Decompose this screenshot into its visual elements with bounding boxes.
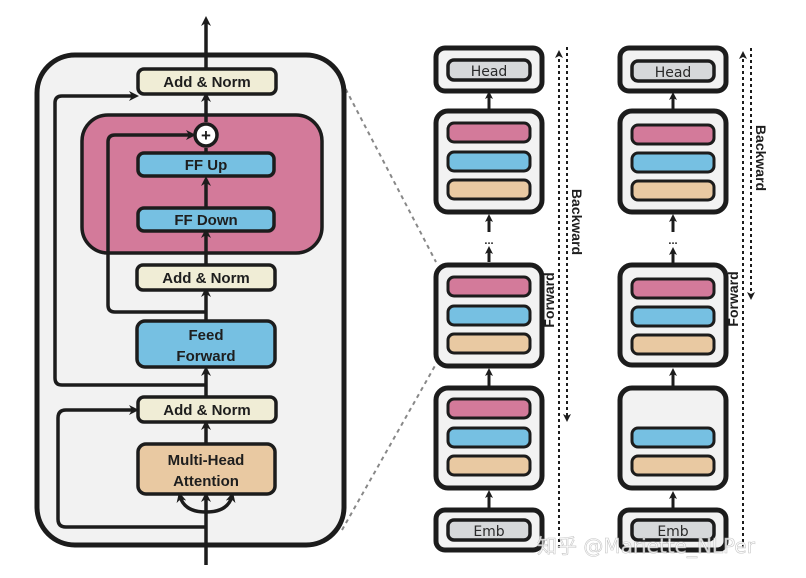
layer-feed-forward (630, 151, 716, 174)
model-stack-left: Head ... Emb Forward Backward (433, 45, 585, 553)
encoder-block: Add & Norm + FF Up FF Down Add & Norm Fe… (34, 16, 347, 565)
layer-feed-forward (630, 305, 716, 328)
layer-feed-forward (446, 150, 532, 173)
ff-down-label: FF Down (174, 212, 237, 229)
head-label: Head (655, 65, 692, 81)
ellipsis: ... (668, 235, 677, 247)
backward-label: Backward (753, 125, 769, 191)
layer-ffn-adapter (446, 397, 532, 420)
backward-label: Backward (569, 189, 585, 255)
layer-attention (630, 333, 716, 356)
emb-label: Emb (473, 524, 504, 540)
head-label: Head (471, 64, 508, 80)
add-norm-middle-label: Add & Norm (162, 270, 250, 287)
watermark: 知乎 @Mariette_NLPer (537, 534, 756, 558)
attention-label-line1: Multi-Head (168, 452, 245, 469)
plus-symbol: + (201, 126, 211, 145)
ellipsis: ... (484, 235, 493, 247)
layer-attention (446, 332, 532, 355)
zoom-connector-bottom (341, 363, 437, 531)
ff-up-label: FF Up (185, 157, 228, 174)
layer-feed-forward (630, 426, 716, 449)
forward-label: Forward (725, 271, 741, 326)
layer-attention (630, 179, 716, 202)
add-norm-top-label: Add & Norm (163, 74, 251, 91)
feed-forward-label-line2: Forward (176, 348, 235, 365)
feed-forward-label-line1: Feed (188, 327, 223, 344)
zoom-connector-top (341, 81, 437, 263)
attention-label-line2: Attention (173, 473, 239, 490)
layer-attention (630, 454, 716, 477)
layer-feed-forward (446, 304, 532, 327)
add-norm-bottom-label: Add & Norm (163, 402, 251, 419)
layer-feed-forward (446, 426, 532, 449)
forward-label: Forward (541, 272, 557, 327)
layer-ffn-adapter (446, 121, 532, 144)
layer-ffn-adapter (446, 275, 532, 298)
architecture-diagram: Add & Norm + FF Up FF Down Add & Norm Fe… (34, 16, 769, 565)
layer-ffn-adapter (630, 277, 716, 300)
layer-attention (446, 178, 532, 201)
layer-ffn-adapter (630, 123, 716, 146)
model-stack-right: Head ... Emb Forward Backward (617, 45, 769, 553)
layer-attention (446, 454, 532, 477)
